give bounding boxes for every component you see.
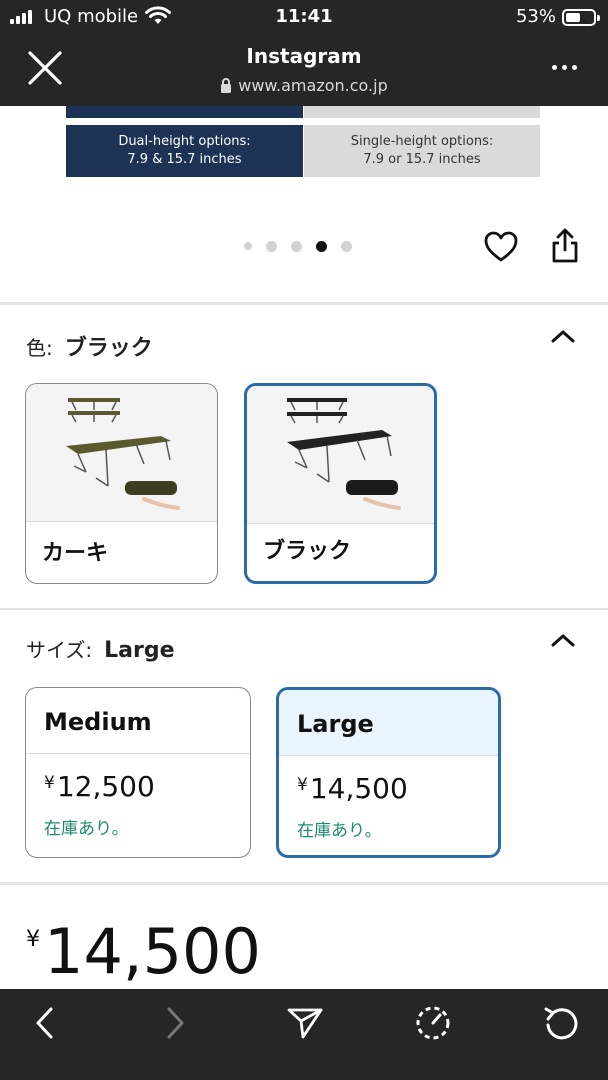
activity-button[interactable] bbox=[408, 1001, 458, 1045]
url-display[interactable]: www.amazon.co.jp bbox=[0, 76, 608, 95]
size-option-header: Medium bbox=[26, 688, 250, 754]
carousel-dot[interactable] bbox=[266, 240, 277, 252]
battery-percentage: 53% bbox=[515, 6, 556, 27]
size-option-name: Medium bbox=[44, 708, 152, 736]
size-option-price: ¥12,500 bbox=[44, 770, 155, 803]
url-text: www.amazon.co.jp bbox=[238, 76, 388, 95]
carousel-dot[interactable] bbox=[316, 240, 327, 252]
browser-top-bar: UQ mobile 11:41 53% Instagram www.amazon… bbox=[0, 0, 608, 106]
color-option-name: カーキ bbox=[42, 541, 109, 566]
forward-icon bbox=[167, 1007, 184, 1039]
size-selected-value: Large bbox=[104, 638, 175, 663]
browser-bottom-bar bbox=[0, 989, 608, 1080]
heart-icon bbox=[484, 231, 518, 262]
carousel-dot[interactable] bbox=[244, 242, 252, 250]
size-section-header: サイズ: Large bbox=[26, 634, 175, 663]
share-button[interactable] bbox=[547, 226, 583, 266]
size-option-medium[interactable]: Medium ¥12,500 在庫あり。 bbox=[25, 687, 251, 858]
reload-button[interactable] bbox=[536, 1001, 586, 1045]
dashed-circle-icon bbox=[416, 1006, 450, 1040]
color-option-khaki[interactable]: カーキ bbox=[25, 383, 218, 584]
color-option-name: ブラック bbox=[263, 539, 352, 564]
product-image-fragment bbox=[304, 106, 540, 118]
color-label: 色: bbox=[26, 336, 53, 360]
page-title: Instagram bbox=[246, 44, 362, 68]
size-label: サイズ: bbox=[26, 638, 93, 662]
section-divider bbox=[0, 882, 608, 885]
size-option-price: ¥14,500 bbox=[297, 772, 408, 805]
section-divider bbox=[0, 608, 608, 610]
size-option-header: Large bbox=[279, 690, 498, 756]
black-cot-image bbox=[247, 386, 434, 524]
stock-status: 在庫あり。 bbox=[44, 819, 129, 839]
product-image-fragment bbox=[66, 106, 303, 118]
size-option-name: Large bbox=[297, 710, 374, 738]
reload-icon bbox=[544, 1007, 578, 1040]
khaki-cot-image bbox=[26, 384, 217, 522]
option-single-height: Single-height options: 7.9 or 15.7 inches bbox=[304, 125, 540, 177]
more-icon bbox=[551, 64, 557, 70]
carousel-indicator[interactable] bbox=[244, 238, 352, 254]
share-icon bbox=[552, 228, 578, 263]
chevron-up-icon[interactable] bbox=[550, 632, 576, 648]
size-option-large[interactable]: Large ¥14,500 在庫あり。 bbox=[276, 687, 501, 858]
more-options-button[interactable] bbox=[546, 56, 582, 78]
stock-status: 在庫あり。 bbox=[297, 821, 382, 841]
carousel-dot[interactable] bbox=[341, 240, 352, 252]
forward-button[interactable] bbox=[150, 1001, 200, 1045]
color-option-black[interactable]: ブラック bbox=[244, 383, 437, 584]
chevron-up-icon[interactable] bbox=[550, 328, 576, 344]
back-icon bbox=[36, 1007, 53, 1039]
section-divider bbox=[0, 302, 608, 305]
send-button[interactable] bbox=[280, 1001, 330, 1045]
option-dual-text: Dual-height options: 7.9 & 15.7 inches bbox=[118, 134, 251, 167]
color-selected-value: ブラック bbox=[64, 336, 153, 361]
wishlist-button[interactable] bbox=[482, 229, 520, 265]
option-dual-height: Dual-height options: 7.9 & 15.7 inches bbox=[66, 125, 303, 177]
carousel-dot[interactable] bbox=[291, 240, 302, 252]
color-section-header: 色: ブラック bbox=[26, 330, 153, 362]
back-button[interactable] bbox=[20, 1001, 70, 1045]
status-bar: UQ mobile 11:41 53% bbox=[0, 0, 608, 34]
send-icon bbox=[287, 1008, 323, 1039]
product-price: ¥14,500 bbox=[26, 915, 261, 988]
battery-icon bbox=[562, 9, 600, 26]
option-single-text: Single-height options: 7.9 or 15.7 inches bbox=[350, 134, 494, 167]
lock-icon bbox=[221, 78, 232, 93]
